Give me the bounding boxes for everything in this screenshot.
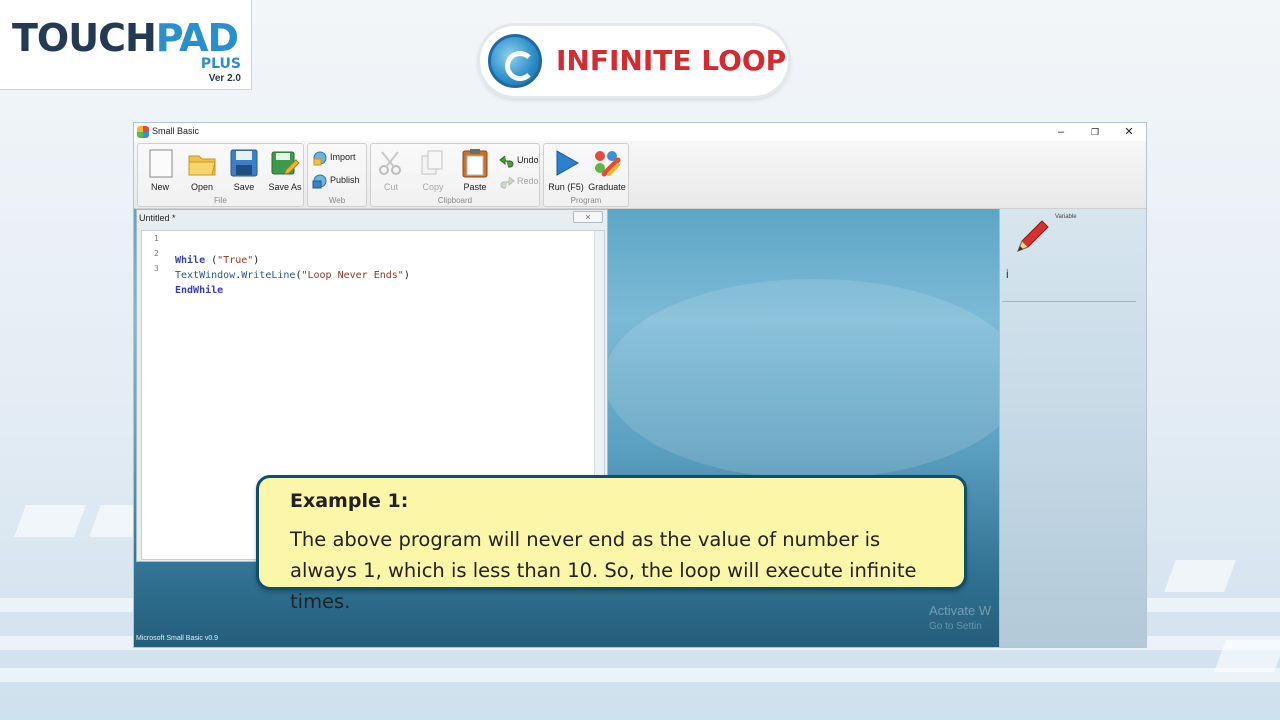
import-label: Import xyxy=(330,152,356,162)
loop-icon xyxy=(488,34,542,88)
status-bar: Microsoft Small Basic v0.9 xyxy=(136,635,219,642)
background-tile xyxy=(1164,560,1236,592)
paste-button[interactable]: Paste xyxy=(455,148,495,194)
web-group: Import Publish Web xyxy=(307,143,367,207)
callout-body: The above program will never end as the … xyxy=(290,528,917,613)
save-as-label: Save As xyxy=(268,182,302,192)
help-panel: Variable i xyxy=(999,209,1146,647)
code-line-1: 1 While ("True") xyxy=(142,233,259,266)
close-button[interactable]: ✕ xyxy=(1112,124,1146,140)
undo-icon xyxy=(499,155,514,168)
new-document-icon xyxy=(149,149,173,178)
import-icon xyxy=(313,151,327,166)
document-title: Untitled * xyxy=(139,213,176,223)
clipboard-icon xyxy=(462,149,488,178)
ribbon-toolbar: New Open Save Save As File Import Publis… xyxy=(134,141,1146,209)
window-title: Small Basic xyxy=(152,126,200,136)
code-punct: ) xyxy=(253,255,260,266)
window-titlebar: Small Basic – ❐ ✕ xyxy=(134,123,1146,141)
code-line-3: 3 EndWhile xyxy=(142,263,223,296)
background-tile xyxy=(14,505,86,537)
file-group-label: File xyxy=(214,196,227,205)
new-button[interactable]: New xyxy=(140,148,180,194)
text-cursor-icon: i xyxy=(1006,267,1009,281)
lesson-title-banner: INFINITE LOOP xyxy=(480,26,788,96)
lesson-title: INFINITE LOOP xyxy=(556,44,787,77)
publish-label: Publish xyxy=(330,175,360,185)
pencil-icon xyxy=(1017,220,1049,252)
line-number: 2 xyxy=(154,249,159,258)
logo-wordmark: TOUCHPAD xyxy=(12,16,239,60)
example-callout: Example 1: The above program will never … xyxy=(256,475,967,613)
code-punct: ( xyxy=(205,255,218,266)
clipboard-group-label: Clipboard xyxy=(437,196,473,205)
document-close-button[interactable]: × xyxy=(573,211,603,223)
code-text: EndWhile xyxy=(175,285,223,296)
code-line-2: 2 TextWindow.WriteLine("Loop Never Ends"… xyxy=(142,248,410,281)
background-stripe xyxy=(0,668,1280,682)
file-group: New Open Save Save As File xyxy=(137,143,304,207)
logo-plus: PLUS xyxy=(200,56,241,72)
folder-icon xyxy=(188,155,216,176)
copy-icon xyxy=(421,150,443,175)
save-button[interactable]: Save xyxy=(224,148,264,194)
paste-label: Paste xyxy=(463,182,487,192)
code-punct: ) xyxy=(403,270,410,281)
code-text: TextWindow.WriteLine("Loop Never Ends") xyxy=(175,270,410,281)
string-literal: "True" xyxy=(217,255,254,266)
run-play-icon xyxy=(556,150,580,176)
graduate-label: Graduate xyxy=(588,182,626,192)
method-name: WriteLine xyxy=(241,270,296,281)
string-literal: "Loop Never Ends" xyxy=(301,270,404,281)
open-button[interactable]: Open xyxy=(182,148,222,194)
cut-button[interactable]: Cut xyxy=(371,148,411,194)
small-basic-app-icon xyxy=(137,126,149,138)
activation-watermark-subtext: Go to Settin xyxy=(929,621,982,632)
floppy-disk-icon xyxy=(230,149,258,177)
help-panel-label: Variable xyxy=(1055,214,1077,220)
save-as-icon xyxy=(271,151,300,175)
import-button[interactable]: Import xyxy=(312,149,372,167)
program-group: Run (F5) Graduate Program xyxy=(543,143,629,207)
web-group-label: Web xyxy=(328,196,346,205)
help-panel-divider xyxy=(1002,301,1136,302)
save-as-button[interactable]: Save As xyxy=(265,148,305,194)
scissors-icon xyxy=(379,151,401,175)
background-tile xyxy=(1214,640,1280,672)
undo-label: Undo xyxy=(517,155,539,165)
touchpad-logo: TOUCHPAD PLUS Ver 2.0 xyxy=(0,0,252,90)
callout-heading: Example 1: xyxy=(290,490,409,512)
redo-label: Redo xyxy=(517,176,539,186)
clipboard-group: Cut Copy Paste Undo Redo Clipboard xyxy=(370,143,540,207)
logo-suffix: PAD xyxy=(155,16,239,60)
minimize-button[interactable]: – xyxy=(1044,124,1078,140)
run-button[interactable]: Run (F5) xyxy=(546,148,586,194)
logo-version: Ver 2.0 xyxy=(208,73,241,84)
restore-button[interactable]: ❐ xyxy=(1078,124,1112,140)
keyword-endwhile: EndWhile xyxy=(175,285,224,296)
line-number: 1 xyxy=(154,234,159,243)
copy-button[interactable]: Copy xyxy=(413,148,453,194)
line-number: 3 xyxy=(154,264,159,273)
publish-icon xyxy=(312,174,327,189)
logo-prefix: TOUCH xyxy=(12,16,157,60)
graduate-button[interactable]: Graduate xyxy=(587,148,627,194)
graduate-icon xyxy=(595,151,621,177)
publish-button[interactable]: Publish xyxy=(312,172,372,190)
workspace-glow xyxy=(604,279,1024,479)
redo-icon xyxy=(500,176,515,189)
program-group-label: Program xyxy=(570,196,602,205)
